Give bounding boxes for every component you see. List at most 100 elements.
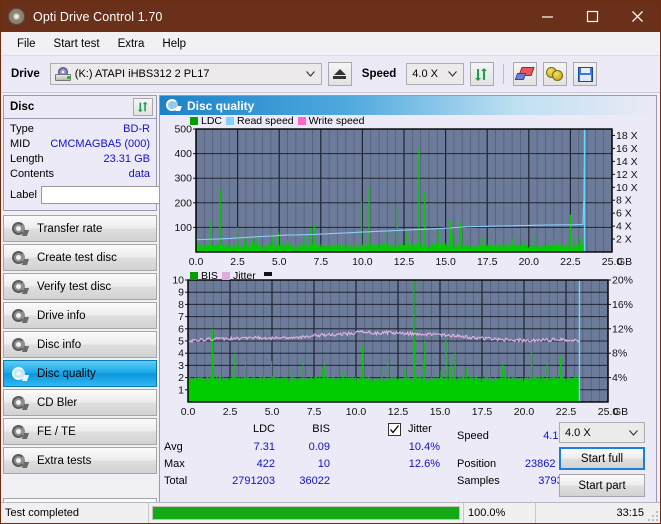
legend-ldc: LDC xyxy=(190,115,222,127)
bis-chart-legend: BIS Jitter xyxy=(190,270,272,282)
title-bar: Opti Drive Control 1.70 xyxy=(1,1,660,32)
sidebar-item-extra-tests[interactable]: Extra tests xyxy=(3,447,157,474)
bis-chart: BIS Jitter 1 2 3 4 5 6 7 8 9 10 4% 8% 12% 16% 20% 0.0 2.… xyxy=(160,270,656,420)
sidebar-item-create-test-disc[interactable]: Create test disc xyxy=(3,244,157,271)
sidebar-item-drive-info[interactable]: Drive info xyxy=(3,302,157,329)
result-speed-select[interactable]: 4.0 X xyxy=(559,422,645,443)
page-title: Disc quality xyxy=(187,98,255,113)
eject-button[interactable] xyxy=(327,62,352,86)
svg-text:17.5: 17.5 xyxy=(472,406,493,418)
speed-label: Speed xyxy=(361,68,397,80)
legend-jitter: Jitter xyxy=(221,270,256,282)
erase-button[interactable] xyxy=(513,62,538,86)
svg-text:6 X: 6 X xyxy=(616,208,632,220)
refresh-button[interactable] xyxy=(470,62,495,86)
legend-read-speed: Read speed xyxy=(226,115,294,127)
jitter-checkbox[interactable] xyxy=(388,423,401,436)
drive-label: Drive xyxy=(11,68,40,80)
legend-bis: BIS xyxy=(190,270,218,282)
resize-grip-icon[interactable] xyxy=(648,509,660,521)
svg-text:15.0: 15.0 xyxy=(430,406,451,418)
svg-text:12.5: 12.5 xyxy=(394,256,415,268)
menu-help[interactable]: Help xyxy=(154,35,194,53)
bitsetting-button[interactable] xyxy=(543,62,568,86)
chevron-down-icon xyxy=(448,71,458,77)
stats-row-max-label: Max xyxy=(164,458,185,470)
svg-text:20.0: 20.0 xyxy=(519,256,540,268)
menu-start-test[interactable]: Start test xyxy=(46,35,108,53)
sidebar-item-label: FE / TE xyxy=(37,425,76,438)
toolbar: Drive (K:) ATAPI iHBS312 2 PL17 Speed 4.… xyxy=(1,56,660,93)
stats-avg-jitter: 10.4% xyxy=(408,441,440,453)
sidebar-item-label: Transfer rate xyxy=(37,222,103,235)
drive-select[interactable]: (K:) ATAPI iHBS312 2 PL17 xyxy=(49,63,322,85)
sidebar-item-label: Verify test disc xyxy=(37,280,112,293)
svg-text:5.0: 5.0 xyxy=(265,406,280,418)
stats-row-total-label: Total xyxy=(164,475,188,487)
svg-text:GB: GB xyxy=(613,406,628,418)
disc-quality-icon xyxy=(166,99,182,112)
svg-text:16 X: 16 X xyxy=(616,143,638,155)
sidebar-item-disc-info[interactable]: Disc info xyxy=(3,331,157,358)
legend-write-speed: Write speed xyxy=(297,115,365,127)
sidebar-item-disc-quality[interactable]: Disc quality xyxy=(3,360,157,387)
svg-text:6: 6 xyxy=(178,323,184,335)
eraser-icon xyxy=(515,67,535,81)
disc-info-icon xyxy=(12,337,30,352)
disc-info-rows: Type BD-R MID CMCMAGBA5 (000) Length 23.… xyxy=(4,119,214,210)
svg-text:10: 10 xyxy=(172,275,184,287)
disc-test-icon xyxy=(12,221,30,236)
refresh-icon xyxy=(475,67,488,81)
nav-list: Transfer rate Create test disc Verify te… xyxy=(3,215,157,474)
svg-text:12.5: 12.5 xyxy=(388,406,409,418)
start-full-button[interactable]: Start full xyxy=(559,447,645,470)
sidebar-item-verify-test-disc[interactable]: Verify test disc xyxy=(3,273,157,300)
close-icon[interactable] xyxy=(615,1,660,32)
menu-extra[interactable]: Extra xyxy=(110,35,153,53)
svg-text:3: 3 xyxy=(178,360,184,372)
disc-row-length: Length 23.31 GB xyxy=(10,152,150,167)
legend-label: BIS xyxy=(201,270,218,282)
status-bar: Test completed 100.0% 33:15 xyxy=(1,502,660,523)
window-controls xyxy=(525,1,660,32)
svg-text:300: 300 xyxy=(174,173,192,185)
menu-file[interactable]: File xyxy=(9,35,44,53)
drive-info-icon xyxy=(12,308,30,323)
start-part-button[interactable]: Start part xyxy=(559,474,645,497)
svg-text:8 X: 8 X xyxy=(616,195,632,207)
svg-text:14 X: 14 X xyxy=(616,156,638,168)
speed-select[interactable]: 4.0 X xyxy=(406,63,465,85)
save-button[interactable] xyxy=(573,62,598,86)
disc-burn-icon xyxy=(12,250,30,265)
ldc-chart-legend: LDC Read speed Write speed xyxy=(190,115,365,127)
progress-fill xyxy=(153,507,459,519)
extra-tests-icon xyxy=(12,453,30,468)
disc-row-mid: MID CMCMAGBA5 (000) xyxy=(10,137,150,152)
ldc-chart: LDC Read speed Write speed 100 200 300 400 5… xyxy=(160,115,656,270)
svg-text:22.5: 22.5 xyxy=(556,406,577,418)
svg-text:1: 1 xyxy=(178,384,184,396)
result-speed-select-value: 4.0 X xyxy=(565,426,591,439)
svg-text:100: 100 xyxy=(174,222,192,234)
refresh-icon xyxy=(137,101,147,113)
minimize-icon[interactable] xyxy=(525,1,570,32)
legend-label: Read speed xyxy=(237,115,294,127)
maximize-icon[interactable] xyxy=(570,1,615,32)
svg-text:4: 4 xyxy=(178,348,184,360)
pane-header: Disc quality xyxy=(160,96,656,115)
svg-text:10 X: 10 X xyxy=(616,182,638,194)
sidebar-item-fe-te[interactable]: FE / TE xyxy=(3,418,157,445)
legend-label: LDC xyxy=(201,115,223,127)
disc-refresh-button[interactable] xyxy=(133,98,153,116)
stats-header-bis: BIS xyxy=(312,423,330,435)
svg-text:0.0: 0.0 xyxy=(181,406,196,418)
disc-row-mid-value: CMCMAGBA5 (000) xyxy=(50,138,150,150)
svg-text:10.0: 10.0 xyxy=(346,406,367,418)
svg-text:0.0: 0.0 xyxy=(189,256,204,268)
sidebar-item-cd-bler[interactable]: CD Bler xyxy=(3,389,157,416)
chevron-down-icon xyxy=(629,429,638,436)
svg-text:7.5: 7.5 xyxy=(313,256,328,268)
disc-row-length-key: Length xyxy=(10,153,44,165)
sidebar-item-transfer-rate[interactable]: Transfer rate xyxy=(3,215,157,242)
